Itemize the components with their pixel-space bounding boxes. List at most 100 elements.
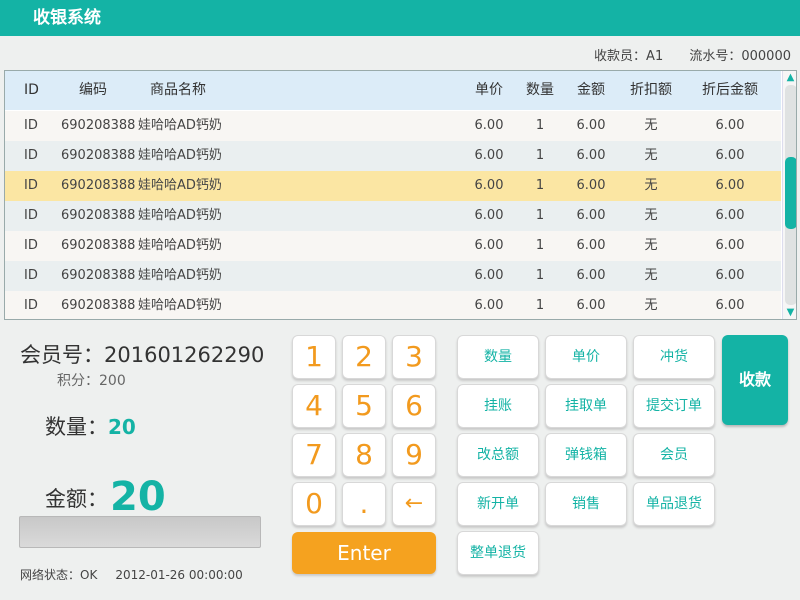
cell-qty: 1 <box>535 208 545 223</box>
member-button[interactable]: 会员 <box>633 433 715 477</box>
points-value: 200 <box>99 373 126 389</box>
cell-amount: 6.00 <box>576 298 606 313</box>
cell-id: ID <box>24 118 38 133</box>
key-3[interactable]: 3 <box>392 335 436 379</box>
table-row[interactable]: ID 690208388 娃哈哈AD钙奶 6.00 1 6.00 无 6.00 <box>5 201 781 231</box>
key-5[interactable]: 5 <box>342 384 386 428</box>
cell-final: 6.00 <box>715 118 745 133</box>
key-8[interactable]: 8 <box>342 433 386 477</box>
table-row[interactable]: ID 690208388 娃哈哈AD钙奶 6.00 1 6.00 无 6.00 <box>5 141 781 171</box>
cell-id: ID <box>24 208 38 223</box>
header-code: 编码 <box>79 82 107 98</box>
key-4[interactable]: 4 <box>292 384 336 428</box>
cell-price: 6.00 <box>474 298 504 313</box>
cell-discount: 无 <box>644 208 658 223</box>
cell-qty: 1 <box>535 148 545 163</box>
cell-price: 6.00 <box>474 178 504 193</box>
cell-amount: 6.00 <box>576 208 606 223</box>
quantity-label: 数量： <box>45 415 108 439</box>
cell-name: 娃哈哈AD钙奶 <box>138 148 222 163</box>
amount-label: 金额： <box>45 487 108 511</box>
cell-name: 娃哈哈AD钙奶 <box>138 178 222 193</box>
cell-amount: 6.00 <box>576 118 606 133</box>
submit-order-button[interactable]: 提交订单 <box>633 384 715 428</box>
cell-name: 娃哈哈AD钙奶 <box>138 238 222 253</box>
cell-discount: 无 <box>644 148 658 163</box>
return-item-button[interactable]: 单品退货 <box>633 482 715 526</box>
cell-code: 690208388 <box>61 208 136 223</box>
cell-discount: 无 <box>644 118 658 133</box>
chevron-up-icon[interactable]: ▲ <box>783 71 796 84</box>
cell-code: 690208388 <box>61 268 136 283</box>
amount-value: 20 <box>110 474 166 520</box>
scrollbar-thumb[interactable] <box>785 157 796 229</box>
key-6[interactable]: 6 <box>392 384 436 428</box>
table-row[interactable]: ID 690208388 娃哈哈AD钙奶 6.00 1 6.00 无 6.00 <box>5 171 781 201</box>
retrieve-order-button[interactable]: 挂取单 <box>545 384 627 428</box>
app-title-bar: 收银系统 <box>0 0 800 36</box>
cell-id: ID <box>24 298 38 313</box>
points-label: 积分： <box>57 373 99 389</box>
app-title: 收银系统 <box>33 8 101 28</box>
key-0[interactable]: 0 <box>292 482 336 526</box>
cell-price: 6.00 <box>474 238 504 253</box>
table-row[interactable]: ID 690208388 娃哈哈AD钙奶 6.00 1 6.00 无 6.00 <box>5 231 781 261</box>
header-final: 折后金额 <box>702 82 758 98</box>
cell-id: ID <box>24 268 38 283</box>
cell-name: 娃哈哈AD钙奶 <box>138 298 222 313</box>
item-table: ID 编码 商品名称 单价 数量 金额 折扣额 折后金额 ID 690208388… <box>4 70 797 320</box>
key-dot[interactable]: . <box>342 482 386 526</box>
reverse-button[interactable]: 冲货 <box>633 335 715 379</box>
table-row[interactable]: ID 690208388 娃哈哈AD钙奶 6.00 1 6.00 无 6.00 <box>5 261 781 291</box>
status-datetime: 2012-01-26 00:00:00 <box>115 568 243 582</box>
total-amount: 金额：20 <box>45 474 166 520</box>
cell-amount: 6.00 <box>576 148 606 163</box>
sale-button[interactable]: 销售 <box>545 482 627 526</box>
backspace-key[interactable]: ← <box>392 482 436 526</box>
key-9[interactable]: 9 <box>392 433 436 477</box>
pay-button[interactable]: 收款 <box>722 335 788 425</box>
change-total-button[interactable]: 改总额 <box>457 433 539 477</box>
cell-final: 6.00 <box>715 238 745 253</box>
key-2[interactable]: 2 <box>342 335 386 379</box>
key-7[interactable]: 7 <box>292 433 336 477</box>
serial-info: 流水号：000000 <box>689 49 791 64</box>
table-header: ID 编码 商品名称 单价 数量 金额 折扣额 折后金额 <box>5 71 781 110</box>
cell-code: 690208388 <box>61 148 136 163</box>
key-1[interactable]: 1 <box>292 335 336 379</box>
header-amount: 金额 <box>577 82 605 98</box>
cell-price: 6.00 <box>474 148 504 163</box>
cell-qty: 1 <box>535 268 545 283</box>
cell-id: ID <box>24 148 38 163</box>
cell-final: 6.00 <box>715 298 745 313</box>
member-number-label: 会员号： <box>20 343 104 367</box>
cell-discount: 无 <box>644 298 658 313</box>
table-scrollbar[interactable]: ▲ ▼ <box>782 71 796 319</box>
return-order-button[interactable]: 整单退货 <box>457 531 539 575</box>
session-info: 收款员：A1 流水号：000000 <box>572 45 791 64</box>
table-row[interactable]: ID 690208388 娃哈哈AD钙奶 6.00 1 6.00 无 6.00 <box>5 111 781 141</box>
cell-final: 6.00 <box>715 208 745 223</box>
enter-button[interactable]: Enter <box>292 532 436 574</box>
hang-account-button[interactable]: 挂账 <box>457 384 539 428</box>
network-status: 网络状态：OK <box>20 568 98 582</box>
cell-qty: 1 <box>535 238 545 253</box>
cash-drawer-button[interactable]: 弹钱箱 <box>545 433 627 477</box>
cell-price: 6.00 <box>474 268 504 283</box>
header-id: ID <box>24 82 39 98</box>
cell-qty: 1 <box>535 118 545 133</box>
arrow-left-icon: ← <box>404 491 424 516</box>
table-row[interactable]: ID 690208388 娃哈哈AD钙奶 6.00 1 6.00 无 6.00 <box>5 291 781 319</box>
cell-name: 娃哈哈AD钙奶 <box>138 118 222 133</box>
quantity-value: 20 <box>108 415 136 439</box>
member-number-value: 201601262290 <box>104 343 265 367</box>
chevron-down-icon[interactable]: ▼ <box>783 306 796 319</box>
new-order-button[interactable]: 新开单 <box>457 482 539 526</box>
cell-amount: 6.00 <box>576 238 606 253</box>
cell-qty: 1 <box>535 178 545 193</box>
quantity-button[interactable]: 数量 <box>457 335 539 379</box>
total-quantity: 数量：20 <box>45 411 136 441</box>
cell-final: 6.00 <box>715 178 745 193</box>
price-button[interactable]: 单价 <box>545 335 627 379</box>
input-field[interactable] <box>19 516 261 548</box>
